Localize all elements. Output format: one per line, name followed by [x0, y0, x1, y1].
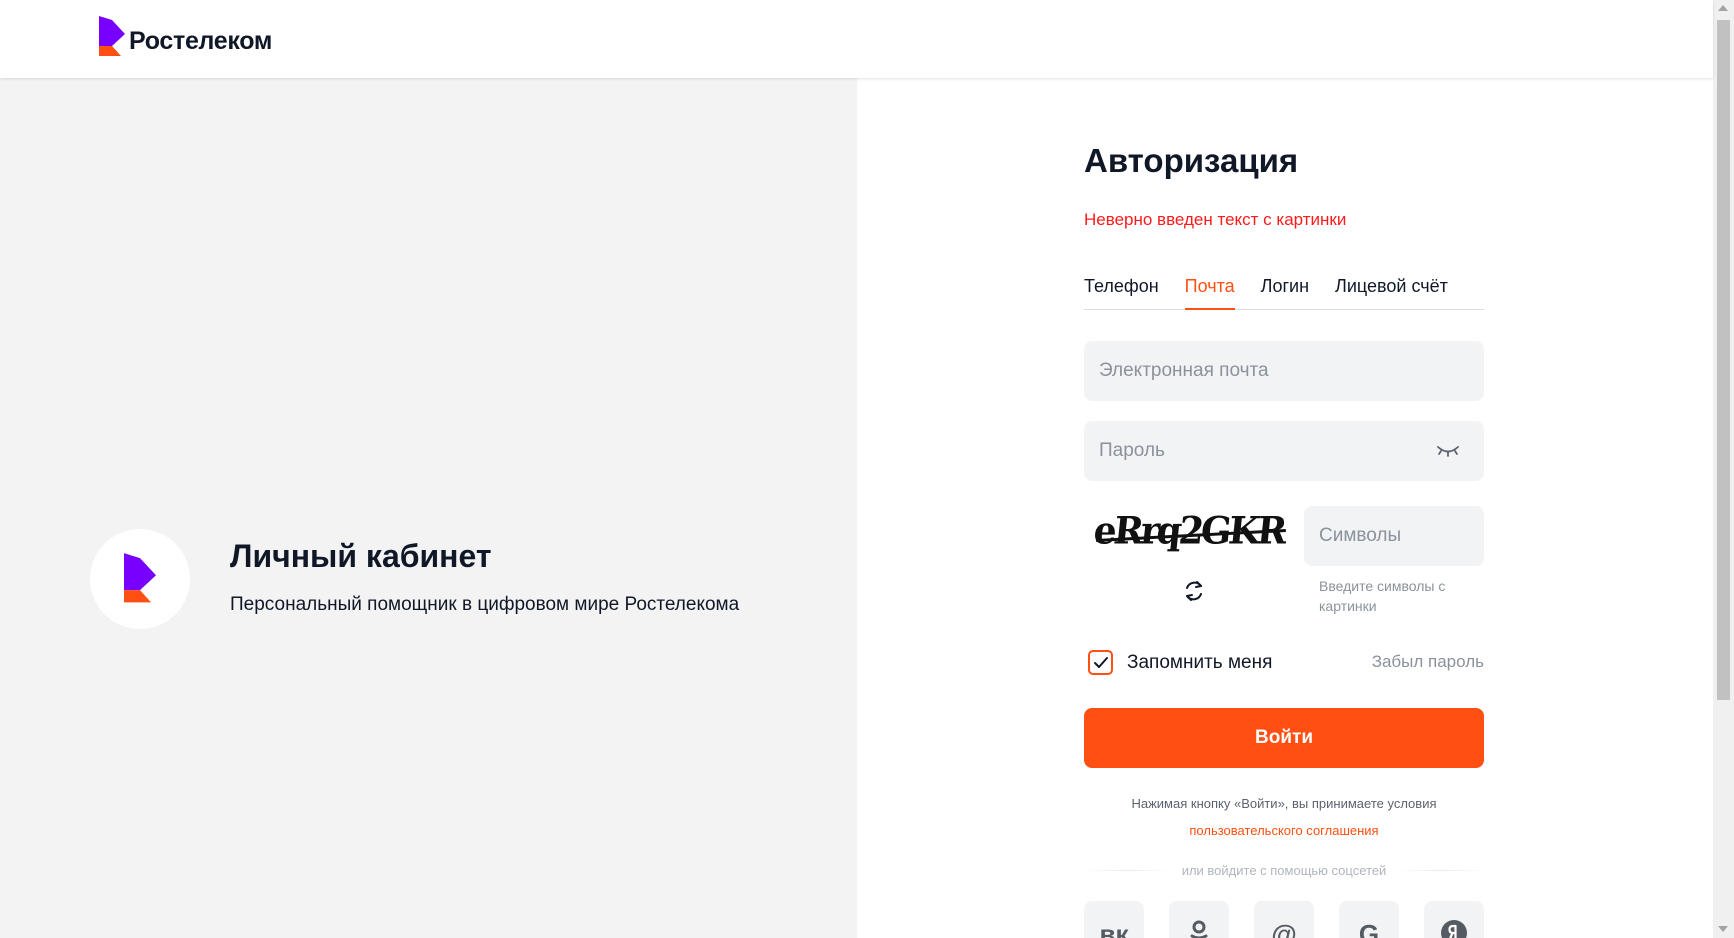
promo-subtitle: Персональный помощник в цифровом мире Ро… — [230, 594, 740, 615]
auth-title: Авторизация — [1084, 142, 1299, 179]
eye-closed-icon[interactable] — [1436, 443, 1460, 459]
google-login-button[interactable]: G — [1339, 901, 1399, 938]
promo-logo-badge — [90, 529, 190, 629]
tab-phone[interactable]: Телефон — [1084, 272, 1159, 310]
social-login-buttons: вк @ G — [1084, 901, 1484, 938]
tab-account-number[interactable]: Лицевой счёт — [1335, 272, 1448, 310]
terms-notice: Нажимая кнопку «Войти», вы принимаете ус… — [1084, 790, 1484, 844]
vk-login-button[interactable]: вк — [1084, 901, 1144, 938]
remember-me-checkbox[interactable]: Запомнить меня — [1088, 650, 1272, 675]
social-divider-text: или войдите с помощью соцсетей — [1181, 863, 1387, 878]
odnoklassniki-login-button[interactable] — [1169, 901, 1229, 938]
odnoklassniki-icon — [1190, 920, 1208, 938]
promo-title: Личный кабинет — [230, 538, 492, 574]
checkbox-checked[interactable] — [1088, 650, 1113, 675]
yandex-login-button[interactable] — [1424, 901, 1484, 938]
captcha-hint: Введите символы с картинки — [1319, 578, 1446, 614]
social-divider: или войдите с помощью соцсетей — [1084, 863, 1484, 878]
scrollbar-thumb[interactable] — [1717, 20, 1730, 700]
scroll-down-arrow-icon[interactable] — [1718, 926, 1728, 932]
site-header: Ростелеком — [0, 0, 1713, 78]
refresh-captcha-icon[interactable] — [1182, 578, 1206, 604]
yandex-icon — [1441, 920, 1467, 938]
auth-panel: Авторизация Неверно введен текст с карти… — [857, 78, 1713, 938]
rostelecom-logo-icon — [124, 553, 156, 603]
terms-text: Нажимая кнопку «Войти», вы принимаете ус… — [1131, 796, 1437, 811]
user-agreement-link[interactable]: пользовательского соглашения — [1189, 823, 1378, 838]
mail-ru-login-button[interactable]: @ — [1254, 901, 1314, 938]
captcha-input[interactable] — [1304, 506, 1484, 566]
rostelecom-logo-icon — [99, 16, 125, 56]
forgot-password-link[interactable]: Забыл пароль — [1372, 652, 1484, 672]
rostelecom-logo[interactable]: Ростелеком — [99, 16, 272, 58]
password-field-wrapper — [1084, 421, 1484, 481]
email-input[interactable] — [1084, 341, 1484, 401]
captcha-field-wrapper — [1304, 506, 1484, 566]
page-scrollbar[interactable] — [1713, 0, 1734, 938]
brand-name: Ростелеком — [129, 26, 273, 55]
email-field-wrapper — [1084, 341, 1484, 401]
auth-type-tabs: Телефон Почта Логин Лицевой счёт — [1084, 272, 1484, 310]
vk-icon: вк — [1099, 919, 1129, 938]
password-input[interactable] — [1084, 421, 1484, 481]
remember-me-label: Запомнить меня — [1127, 651, 1273, 673]
login-button[interactable]: Войти — [1084, 708, 1484, 768]
promo-panel: Личный кабинет Персональный помощник в ц… — [0, 78, 857, 938]
mail-ru-icon: @ — [1271, 919, 1297, 938]
google-icon: G — [1358, 919, 1380, 938]
tab-email[interactable]: Почта — [1184, 272, 1235, 310]
scroll-up-arrow-icon[interactable] — [1718, 5, 1728, 11]
auth-error-message: Неверно введен текст с картинки — [1084, 210, 1347, 229]
checkmark-icon — [1093, 656, 1108, 668]
tab-login[interactable]: Логин — [1261, 272, 1309, 310]
